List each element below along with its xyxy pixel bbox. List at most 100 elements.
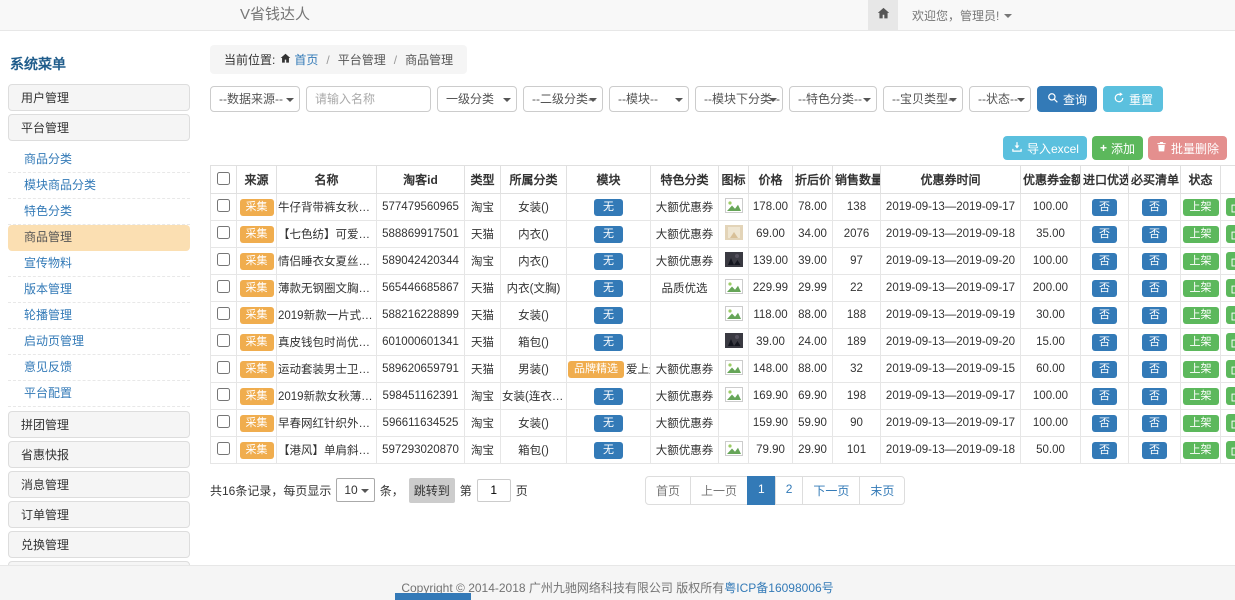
jump-button[interactable]: 跳转到	[409, 478, 455, 503]
import-select-badge[interactable]: 否	[1092, 253, 1117, 270]
must-buy-badge[interactable]: 否	[1142, 199, 1167, 216]
filter-select-module[interactable]: --模块--	[609, 86, 689, 112]
import-select-badge[interactable]: 否	[1092, 388, 1117, 405]
edit-button[interactable]	[1226, 252, 1235, 270]
status-badge[interactable]: 上架	[1183, 307, 1219, 324]
filter-select-level1-category[interactable]: 一级分类	[437, 86, 517, 112]
status-badge[interactable]: 上架	[1183, 442, 1219, 459]
sidebar-group-item[interactable]: 用户管理	[8, 84, 190, 111]
sidebar-submenu-item[interactable]: 商品管理	[8, 225, 190, 251]
row-checkbox[interactable]	[217, 361, 230, 374]
status-badge[interactable]: 上架	[1183, 199, 1219, 216]
edit-button[interactable]	[1226, 306, 1235, 324]
sidebar-submenu-item[interactable]: 意见反馈	[8, 355, 190, 381]
import-select-badge[interactable]: 否	[1092, 199, 1117, 216]
import-select-badge[interactable]: 否	[1092, 334, 1117, 351]
must-buy-badge[interactable]: 否	[1142, 361, 1167, 378]
status-badge[interactable]: 上架	[1183, 388, 1219, 405]
status-badge[interactable]: 上架	[1183, 334, 1219, 351]
row-checkbox[interactable]	[217, 388, 230, 401]
icp-link[interactable]: 粤ICP备16098006号	[724, 581, 833, 595]
edit-button[interactable]	[1226, 225, 1235, 243]
import-select-badge[interactable]: 否	[1092, 415, 1117, 432]
page-number-input[interactable]	[477, 479, 511, 502]
pager-prev[interactable]: 上一页	[690, 476, 748, 505]
home-button[interactable]	[868, 0, 898, 30]
edit-button[interactable]	[1226, 279, 1235, 297]
filter-select-module-sub-category[interactable]: --模块下分类--	[695, 86, 783, 112]
row-checkbox[interactable]	[217, 442, 230, 455]
reset-button[interactable]: 重置	[1103, 86, 1163, 112]
sidebar-group-item[interactable]: 兑换管理	[8, 531, 190, 558]
import-select-badge[interactable]: 否	[1092, 442, 1117, 459]
edit-button[interactable]	[1226, 360, 1235, 378]
status-badge[interactable]: 上架	[1183, 226, 1219, 243]
breadcrumb-home-link[interactable]: 首页	[280, 51, 318, 68]
sidebar-group-item[interactable]: 平台管理	[8, 114, 190, 141]
select-all-checkbox[interactable]	[217, 172, 230, 185]
filter-select-level2-category[interactable]: --二级分类--	[523, 86, 603, 112]
pager-last[interactable]: 末页	[859, 476, 905, 505]
row-checkbox[interactable]	[217, 226, 230, 239]
row-checkbox[interactable]	[217, 334, 230, 347]
import-select-badge[interactable]: 否	[1092, 361, 1117, 378]
sidebar-submenu-item[interactable]: 启动页管理	[8, 329, 190, 355]
page-size-select[interactable]: 10	[336, 478, 374, 502]
must-buy-badge[interactable]: 否	[1142, 334, 1167, 351]
import-select-badge[interactable]: 否	[1092, 226, 1117, 243]
edit-button[interactable]	[1226, 198, 1235, 216]
row-checkbox[interactable]	[217, 415, 230, 428]
search-button[interactable]: 查询	[1037, 86, 1097, 112]
filter-select-source[interactable]: --数据来源--	[210, 86, 300, 112]
user-menu[interactable]: 欢迎您，管理员!	[912, 7, 1012, 24]
filter-select-feature-category[interactable]: --特色分类--	[789, 86, 877, 112]
sidebar-group-item[interactable]: 拼团管理	[8, 411, 190, 438]
must-buy-badge[interactable]: 否	[1142, 415, 1167, 432]
row-checkbox[interactable]	[217, 280, 230, 293]
sidebar-submenu-item[interactable]: 轮播管理	[8, 303, 190, 329]
pager-page[interactable]: 2	[775, 476, 804, 505]
edit-button[interactable]	[1226, 333, 1235, 351]
sidebar-group-item[interactable]: 消息管理	[8, 471, 190, 498]
edit-button[interactable]	[1226, 441, 1235, 459]
batch-delete-button[interactable]: 批量删除	[1148, 136, 1227, 160]
edit-button[interactable]	[1226, 414, 1235, 432]
sidebar-group-item[interactable]: 省惠快报	[8, 441, 190, 468]
source-cell: 采集	[237, 275, 277, 302]
image-placeholder-icon	[725, 441, 743, 456]
filter-select-item-type[interactable]: --宝贝类型--	[883, 86, 963, 112]
must-buy-badge[interactable]: 否	[1142, 442, 1167, 459]
pager-first[interactable]: 首页	[645, 476, 691, 505]
status-badge[interactable]: 上架	[1183, 415, 1219, 432]
row-checkbox[interactable]	[217, 307, 230, 320]
pager-next[interactable]: 下一页	[802, 476, 860, 505]
import-select-cell: 否	[1081, 410, 1129, 437]
row-checkbox[interactable]	[217, 199, 230, 212]
add-button[interactable]: + 添加	[1092, 136, 1143, 160]
import-excel-button[interactable]: 导入excel	[1003, 136, 1087, 160]
sidebar-submenu-item[interactable]: 特色分类	[8, 199, 190, 225]
icon-cell	[719, 329, 749, 356]
sidebar-submenu-item[interactable]: 模块商品分类	[8, 173, 190, 199]
sidebar-submenu-item[interactable]: 商品分类	[8, 147, 190, 173]
name-search-input[interactable]	[306, 86, 431, 112]
status-badge[interactable]: 上架	[1183, 280, 1219, 297]
status-badge[interactable]: 上架	[1183, 361, 1219, 378]
pager-page[interactable]: 1	[747, 476, 776, 505]
filter-select-status[interactable]: --状态--	[969, 86, 1031, 112]
must-buy-badge[interactable]: 否	[1142, 280, 1167, 297]
sidebar-group-item[interactable]: 订单管理	[8, 501, 190, 528]
edit-button[interactable]	[1226, 387, 1235, 405]
must-buy-badge[interactable]: 否	[1142, 307, 1167, 324]
sidebar-submenu-item[interactable]: 宣传物料	[8, 251, 190, 277]
must-buy-badge[interactable]: 否	[1142, 226, 1167, 243]
must-buy-badge[interactable]: 否	[1142, 388, 1167, 405]
sidebar-submenu-item[interactable]: 平台配置	[8, 381, 190, 407]
sales-cell: 198	[833, 383, 881, 410]
row-checkbox[interactable]	[217, 253, 230, 266]
import-select-badge[interactable]: 否	[1092, 280, 1117, 297]
import-select-badge[interactable]: 否	[1092, 307, 1117, 324]
must-buy-badge[interactable]: 否	[1142, 253, 1167, 270]
status-badge[interactable]: 上架	[1183, 253, 1219, 270]
sidebar-submenu-item[interactable]: 版本管理	[8, 277, 190, 303]
